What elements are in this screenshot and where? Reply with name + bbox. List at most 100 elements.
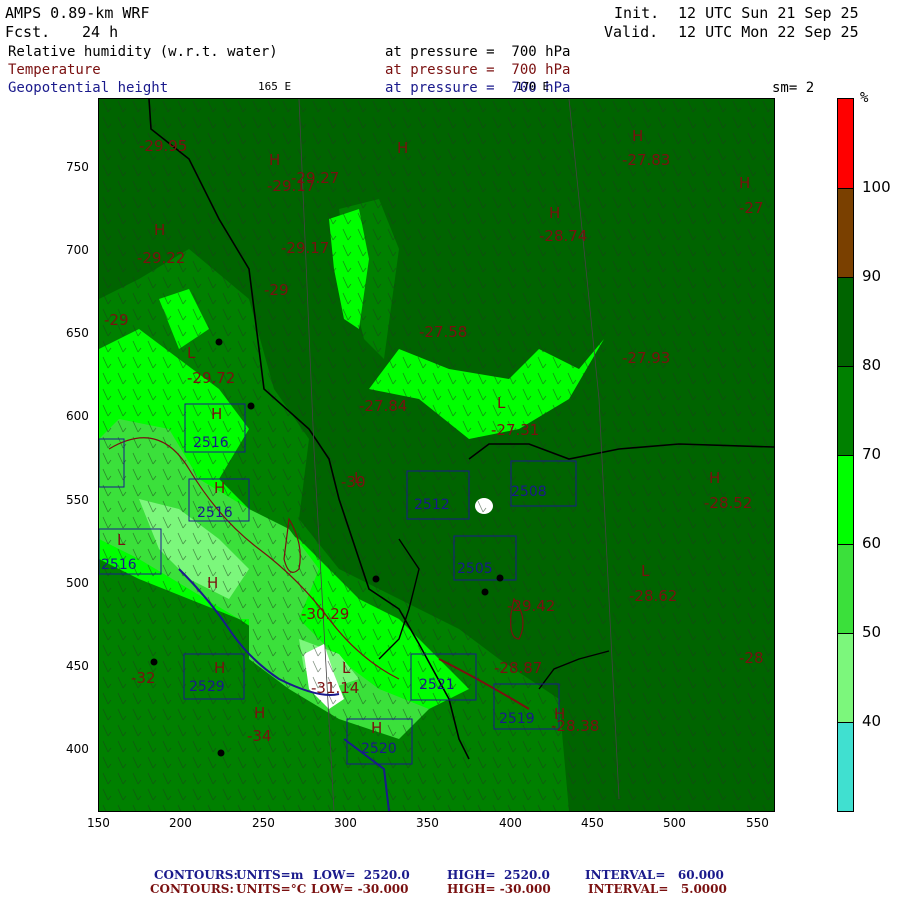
longitude-label-170e: 170 E <box>516 80 550 93</box>
high-pressure-label: H <box>269 151 281 169</box>
footer-line1-units: UNITS=m <box>236 868 304 882</box>
station-marker <box>215 338 223 346</box>
temperature-label: -30.29 <box>301 605 350 623</box>
colorbar-level-label: 80 <box>862 356 882 374</box>
temperature-label: -27 <box>739 199 764 217</box>
temperature-label: -27.58 <box>419 323 468 341</box>
high-pressure-label: H <box>739 174 751 192</box>
station-marker <box>372 575 380 583</box>
high-pressure-label: H <box>154 221 166 239</box>
height-label: 2516 <box>197 505 233 521</box>
temperature-label: -29.72 <box>187 369 236 387</box>
footer-line2-units: UNITS=°C <box>236 882 307 896</box>
footer-line2-high: HIGH= -30.000 <box>447 882 551 896</box>
height-label: 2516 <box>193 435 229 451</box>
height-label: 2512 <box>414 497 450 513</box>
valid-label: Valid. <box>604 23 659 41</box>
init-time: 12 UTC Sun 21 Sep 25 <box>678 4 859 22</box>
field-temp-name: Temperature <box>8 62 101 78</box>
model-title: AMPS 0.89-km WRF <box>5 4 150 22</box>
footer-line1-contours: CONTOURS: <box>154 868 238 882</box>
map-panel: -29.95 -29.17 -29.27 -27.83 -27 -28.74 -29.17-… <box>98 98 775 812</box>
temperature-label: -29.42 <box>507 597 556 615</box>
temperature-label: -27.31 <box>491 421 540 439</box>
height-label: 2529 <box>189 679 225 695</box>
temperature-label: -29.17 <box>281 239 330 257</box>
colorbar-level-label: 100 <box>862 178 891 196</box>
colorbar-divider <box>838 455 853 456</box>
forecast-label: Fcst. <box>5 23 51 41</box>
x-tick-label: 550 <box>746 816 769 830</box>
field-rh-name: Relative humidity (w.r.t. water) <box>8 44 278 60</box>
colorbar-divider <box>838 277 853 278</box>
station-marker <box>496 574 504 582</box>
low-pressure-label: L <box>641 562 650 580</box>
temperature-label: -29.95 <box>139 137 188 155</box>
high-pressure-label: H <box>211 405 223 423</box>
colorbar-divider <box>838 366 853 367</box>
high-pressure-label: H <box>554 705 566 723</box>
low-pressure-label: L <box>497 394 506 412</box>
colorbar-segment <box>838 455 853 544</box>
wind-barbs <box>99 99 774 811</box>
height-label: 2505 <box>457 561 493 577</box>
height-label: 2508 <box>511 484 547 500</box>
temperature-label: -29.27 <box>291 169 340 187</box>
height-label: 2520 <box>361 741 397 757</box>
y-tick-label: 650 <box>66 326 89 340</box>
temperature-label: -29.22 <box>137 249 186 267</box>
footer-line1-interval: INTERVAL= 60.000 <box>585 868 724 882</box>
station-marker <box>217 749 225 757</box>
colorbar-divider <box>838 544 853 545</box>
high-pressure-label: H <box>397 139 409 157</box>
temperature-label: -27.84 <box>359 397 408 415</box>
high-pressure-label: H <box>632 127 644 145</box>
field-temp-level: at pressure = 700 hPa <box>385 62 571 78</box>
temperature-label: -28.52 <box>704 494 753 512</box>
height-label: 2519 <box>499 711 535 727</box>
footer-line2-contours: CONTOURS: <box>150 882 234 896</box>
colorbar-level-label: 90 <box>862 267 882 285</box>
y-tick-label: 500 <box>66 576 89 590</box>
high-pressure-label: H <box>214 659 226 677</box>
footer-line2-interval: INTERVAL= 5.0000 <box>588 882 727 896</box>
temperature-label: -34 <box>247 727 272 745</box>
forecast-hours: 24 h <box>82 23 119 41</box>
temperature-label: -31.14 <box>311 679 360 697</box>
colorbar-segment <box>838 722 853 811</box>
x-tick-label: 500 <box>663 816 686 830</box>
x-tick-label: 250 <box>252 816 275 830</box>
high-pressure-label: H <box>371 719 383 737</box>
init-label: Init. <box>614 4 660 22</box>
high-pressure-label: H <box>549 204 561 222</box>
footer-line1-high: HIGH= 2520.0 <box>447 868 550 882</box>
colorbar-divider <box>838 188 853 189</box>
colorbar-segment <box>838 633 853 722</box>
high-pressure-label: H <box>709 469 721 487</box>
height-label: 2516 <box>101 557 137 573</box>
low-pressure-label: L <box>117 531 126 549</box>
field-height-name: Geopotential height <box>8 80 169 96</box>
temperature-label: -28.74 <box>539 227 588 245</box>
y-tick-label: 400 <box>66 742 89 756</box>
longitude-label-165e: 165 E <box>258 80 292 93</box>
y-tick-label: 550 <box>66 493 89 507</box>
temperature-label: -28.62 <box>629 587 678 605</box>
colorbar-segment <box>838 188 853 277</box>
x-tick-label: 300 <box>334 816 357 830</box>
x-tick-label: 350 <box>416 816 439 830</box>
temperature-label: -28 <box>739 649 764 667</box>
smoothing-label: sm= 2 <box>772 80 815 96</box>
colorbar-level-label: 40 <box>862 712 882 730</box>
high-pressure-label: H <box>254 704 266 722</box>
colorbar-segment <box>838 366 853 455</box>
y-tick-label: 750 <box>66 160 89 174</box>
temperature-label: -29 <box>104 311 129 329</box>
height-label: 2521 <box>419 677 455 693</box>
footer-line2-low: LOW= -30.000 <box>311 882 409 896</box>
x-tick-label: 400 <box>499 816 522 830</box>
y-tick-label: 700 <box>66 243 89 257</box>
low-pressure-label: L <box>354 469 363 487</box>
field-rh-level: at pressure = 700 hPa <box>385 44 571 60</box>
colorbar-level-label: 60 <box>862 534 882 552</box>
